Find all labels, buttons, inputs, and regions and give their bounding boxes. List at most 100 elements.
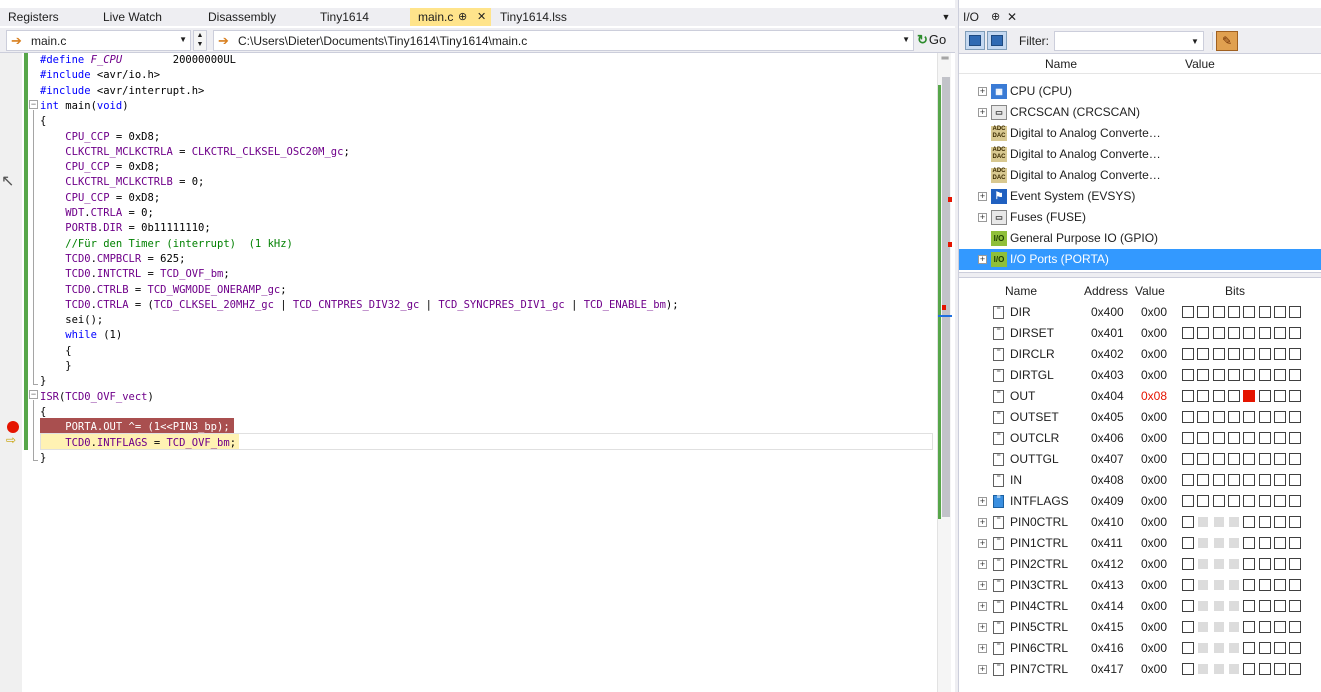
scrollbar-thumb[interactable]: [942, 77, 950, 517]
bit-checkbox[interactable]: [1212, 432, 1225, 444]
bit-checkbox[interactable]: [1212, 390, 1225, 402]
bit-checkbox[interactable]: [1273, 432, 1286, 444]
expand-plus-icon[interactable]: +: [978, 539, 987, 548]
bit-checkbox[interactable]: [1212, 411, 1225, 423]
bit-checkbox[interactable]: [1273, 579, 1286, 591]
view-layout-2-button[interactable]: [987, 31, 1007, 50]
bit-checkbox[interactable]: [1243, 495, 1256, 507]
bit-checkbox[interactable]: [1227, 390, 1240, 402]
bit-checkbox[interactable]: [1289, 600, 1302, 612]
register-row[interactable]: ≡ OUTTGL 0x407 0x00: [959, 449, 1321, 470]
bit-checkbox[interactable]: [1243, 369, 1256, 381]
bit-checkbox[interactable]: [1243, 390, 1256, 402]
bit-checkbox[interactable]: [1227, 453, 1240, 465]
code-line[interactable]: TCD0.INTCTRL = TCD_OVF_bm;: [40, 267, 229, 282]
register-value[interactable]: 0x00: [1141, 326, 1167, 340]
tab-overflow-icon[interactable]: ▼: [938, 8, 954, 26]
expand-plus-icon[interactable]: +: [978, 560, 987, 569]
bit-checkbox[interactable]: [1227, 432, 1240, 444]
view-layout-1-button[interactable]: [965, 31, 985, 50]
bit-checkbox[interactable]: [1182, 642, 1194, 654]
chevron-down-icon[interactable]: ▼: [1191, 37, 1199, 46]
register-value[interactable]: 0x00: [1141, 305, 1167, 319]
bit-checkbox[interactable]: [1289, 327, 1302, 339]
bit-checkbox[interactable]: [1243, 537, 1256, 549]
code-line[interactable]: #define F_CPU 20000000UL: [40, 53, 236, 68]
bit-checkbox[interactable]: [1273, 327, 1286, 339]
bit-checkbox[interactable]: [1182, 474, 1194, 486]
bit-checkbox[interactable]: [1243, 558, 1256, 570]
expand-plus-icon[interactable]: +: [978, 255, 987, 264]
bit-checkbox[interactable]: [1197, 411, 1210, 423]
bit-checkbox[interactable]: [1243, 474, 1256, 486]
register-row[interactable]: ≡ DIRTGL 0x403 0x00: [959, 365, 1321, 386]
register-row[interactable]: ≡ DIR 0x400 0x00: [959, 302, 1321, 323]
code-line[interactable]: CPU_CCP = 0xD8;: [40, 130, 160, 145]
bit-checkbox[interactable]: [1258, 453, 1271, 465]
bit-checkbox[interactable]: [1243, 306, 1256, 318]
bit-checkbox[interactable]: [1243, 579, 1256, 591]
bit-checkbox[interactable]: [1289, 369, 1302, 381]
bit-checkbox[interactable]: [1273, 369, 1286, 381]
register-value[interactable]: 0x00: [1141, 599, 1167, 613]
register-row[interactable]: ≡ DIRSET 0x401 0x00: [959, 323, 1321, 344]
bit-checkbox[interactable]: [1243, 600, 1256, 612]
bit-checkbox[interactable]: [1243, 348, 1256, 360]
close-icon[interactable]: ✕: [1007, 8, 1017, 26]
tab-registers[interactable]: Registers: [0, 8, 94, 26]
bit-checkbox[interactable]: [1258, 558, 1271, 570]
register-row[interactable]: + ≡ PIN0CTRL 0x410 0x00: [959, 512, 1321, 533]
module-tree-item[interactable]: I/O General Purpose IO (GPIO): [959, 228, 1321, 249]
filter-input[interactable]: [1054, 31, 1204, 51]
bit-checkbox[interactable]: [1182, 453, 1194, 465]
collapse-isr-icon[interactable]: −: [29, 390, 38, 399]
register-row[interactable]: + ≡ INTFLAGS 0x409 0x00: [959, 491, 1321, 512]
expand-plus-icon[interactable]: +: [978, 87, 987, 96]
bit-checkbox[interactable]: [1197, 306, 1210, 318]
bit-checkbox[interactable]: [1258, 516, 1271, 528]
bit-checkbox[interactable]: [1212, 495, 1225, 507]
register-row[interactable]: + ≡ PIN2CTRL 0x412 0x00: [959, 554, 1321, 575]
register-value[interactable]: 0x00: [1141, 473, 1167, 487]
bit-checkbox[interactable]: [1289, 495, 1302, 507]
register-row[interactable]: + ≡ PIN4CTRL 0x414 0x00: [959, 596, 1321, 617]
tab-main-c[interactable]: main.c ⊕ ✕: [410, 8, 491, 26]
bit-checkbox[interactable]: [1258, 432, 1271, 444]
bit-checkbox[interactable]: [1289, 579, 1302, 591]
bit-checkbox[interactable]: [1243, 327, 1256, 339]
collapse-main-icon[interactable]: −: [29, 100, 38, 109]
register-row[interactable]: ≡ OUTSET 0x405 0x00: [959, 407, 1321, 428]
bit-checkbox[interactable]: [1289, 348, 1302, 360]
close-icon[interactable]: ✕: [477, 8, 486, 26]
module-tree-item[interactable]: ADC DAC Digital to Analog Converte…: [959, 144, 1321, 165]
bit-checkbox[interactable]: [1243, 411, 1256, 423]
column-header-bits[interactable]: Bits: [1225, 284, 1245, 298]
bit-checkbox[interactable]: [1273, 348, 1286, 360]
bit-checkbox[interactable]: [1273, 411, 1286, 423]
bit-checkbox[interactable]: [1243, 642, 1256, 654]
code-line[interactable]: CPU_CCP = 0xD8;: [40, 160, 160, 175]
register-row[interactable]: + ≡ PIN7CTRL 0x417 0x00: [959, 659, 1321, 680]
column-header-name[interactable]: Name: [1045, 57, 1077, 71]
bit-checkbox[interactable]: [1197, 327, 1210, 339]
code-line[interactable]: }: [40, 374, 46, 389]
bit-checkbox[interactable]: [1197, 348, 1210, 360]
code-line[interactable]: }: [40, 451, 46, 466]
register-row[interactable]: + ≡ PIN6CTRL 0x416 0x00: [959, 638, 1321, 659]
bit-checkbox[interactable]: [1227, 306, 1240, 318]
expand-plus-icon[interactable]: +: [978, 602, 987, 611]
bit-checkbox[interactable]: [1212, 348, 1225, 360]
code-line[interactable]: TCD0.CMPBCLR = 625;: [40, 252, 185, 267]
bit-checkbox[interactable]: [1182, 600, 1194, 612]
bit-checkbox[interactable]: [1289, 537, 1302, 549]
bit-checkbox[interactable]: [1258, 579, 1271, 591]
column-header-value[interactable]: Value: [1135, 284, 1165, 298]
tab-disassembly[interactable]: Disassembly: [200, 8, 311, 26]
bit-checkbox[interactable]: [1182, 537, 1194, 549]
bit-checkbox[interactable]: [1227, 327, 1240, 339]
register-value[interactable]: 0x00: [1141, 347, 1167, 361]
tab-live-watch[interactable]: Live Watch: [95, 8, 199, 26]
column-header-address[interactable]: Address: [1084, 284, 1128, 298]
bit-checkbox[interactable]: [1182, 621, 1194, 633]
module-tree-item[interactable]: + ⚑ Event System (EVSYS): [959, 186, 1321, 207]
